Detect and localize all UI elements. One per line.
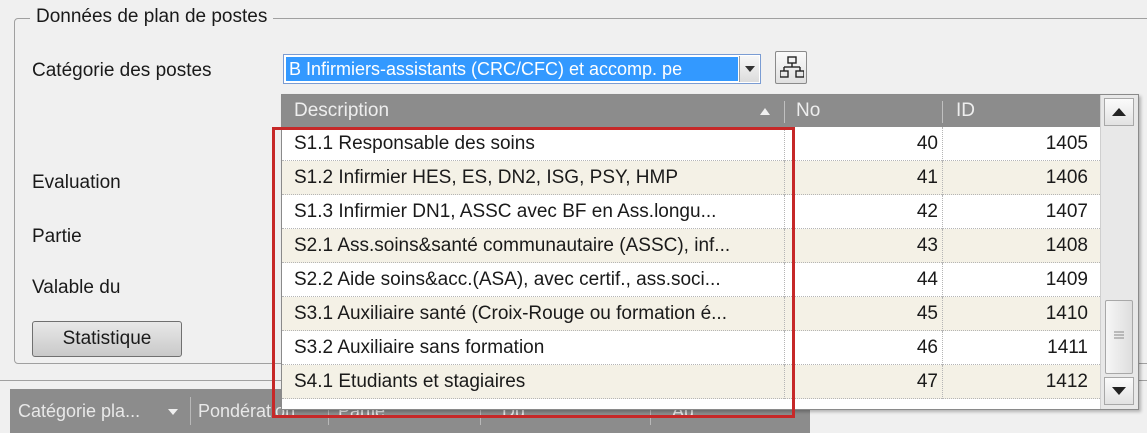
- grip-icon: [1114, 331, 1124, 339]
- cell-no: 46: [916, 337, 938, 358]
- table-row[interactable]: S3.2 Auxiliaire sans formation 46 1411: [282, 331, 1100, 365]
- group-title: Données de plan de postes: [30, 6, 274, 28]
- cell-description: S3.1 Auxiliaire santé (Croix-Rouge ou fo…: [294, 303, 727, 324]
- cell-no: 42: [916, 201, 938, 222]
- chevron-down-icon[interactable]: [168, 409, 178, 415]
- label-evaluation: Evaluation: [32, 172, 121, 193]
- cell-no: 41: [916, 167, 938, 188]
- cell-description: S3.2 Auxiliaire sans formation: [294, 337, 545, 358]
- scroll-down-button[interactable]: [1104, 377, 1134, 405]
- label-partie: Partie: [32, 226, 82, 247]
- scrollbar-thumb[interactable]: [1105, 300, 1133, 374]
- cell-no: 43: [916, 235, 938, 256]
- cell-description: S1.1 Responsable des soins: [294, 133, 535, 154]
- dropdown-header: Description No ID: [282, 95, 1100, 127]
- cell-no: 44: [916, 269, 938, 290]
- table-row[interactable]: S1.2 Infirmier HES, ES, DN2, ISG, PSY, H…: [282, 161, 1100, 195]
- combo-selected-value: B Infirmiers-assistants (CRC/CFC) et acc…: [286, 57, 738, 81]
- col-header-no[interactable]: No: [796, 95, 820, 127]
- arrow-down-icon: [1112, 387, 1126, 395]
- org-chart-button[interactable]: [775, 51, 807, 84]
- categorie-combobox[interactable]: B Infirmiers-assistants (CRC/CFC) et acc…: [283, 54, 761, 84]
- cell-description: S4.1 Etudiants et stagiaires: [294, 371, 526, 392]
- cell-no: 45: [916, 303, 938, 324]
- vertical-scrollbar[interactable]: [1100, 95, 1138, 409]
- cell-id: 1411: [1047, 337, 1088, 358]
- cell-no: 47: [916, 371, 938, 392]
- cell-id: 1412: [1045, 371, 1088, 392]
- table-row[interactable]: S4.1 Etudiants et stagiaires 47 1412: [282, 365, 1100, 399]
- cell-description: S1.3 Infirmier DN1, ASSC avec BF en Ass.…: [294, 201, 717, 222]
- cell-id: 1409: [1045, 269, 1088, 290]
- cell-id: 1408: [1045, 235, 1088, 256]
- cell-no: 40: [916, 133, 938, 154]
- dropdown-rows: S1.1 Responsable des soins 40 1405 S1.2 …: [282, 127, 1100, 399]
- col-header-id[interactable]: ID: [956, 95, 975, 127]
- sort-ascending-icon: [760, 108, 770, 115]
- bottom-col-categorie[interactable]: Catégorie pla...: [18, 401, 140, 422]
- label-categorie: Catégorie des postes: [32, 60, 212, 81]
- cell-description: S2.2 Aide soins&acc.(ASA), avec certif.,…: [294, 269, 721, 290]
- category-dropdown-list: Description No ID S1.1 Responsable des s…: [281, 94, 1139, 410]
- table-row[interactable]: S3.1 Auxiliaire santé (Croix-Rouge ou fo…: [282, 297, 1100, 331]
- arrow-up-icon: [1112, 108, 1126, 116]
- chevron-down-icon: [745, 66, 755, 72]
- table-row[interactable]: S2.1 Ass.soins&santé communautaire (ASSC…: [282, 229, 1100, 263]
- cell-id: 1410: [1045, 303, 1088, 324]
- combo-dropdown-button[interactable]: [739, 56, 759, 82]
- table-row[interactable]: S2.2 Aide soins&acc.(ASA), avec certif.,…: [282, 263, 1100, 297]
- table-row[interactable]: S1.1 Responsable des soins 40 1405: [282, 127, 1100, 161]
- cell-id: 1407: [1045, 201, 1088, 222]
- label-valable: Valable du: [32, 277, 121, 298]
- cell-id: 1405: [1045, 133, 1088, 154]
- scroll-up-button[interactable]: [1104, 98, 1134, 126]
- table-row[interactable]: S1.3 Infirmier DN1, ASSC avec BF en Ass.…: [282, 195, 1100, 229]
- col-header-description[interactable]: Description: [294, 95, 389, 127]
- cell-id: 1406: [1045, 167, 1088, 188]
- cell-description: S2.1 Ass.soins&santé communautaire (ASSC…: [294, 235, 731, 256]
- org-chart-icon: [780, 56, 804, 78]
- cell-description: S1.2 Infirmier HES, ES, DN2, ISG, PSY, H…: [294, 167, 678, 188]
- statistique-button[interactable]: Statistique: [32, 321, 182, 357]
